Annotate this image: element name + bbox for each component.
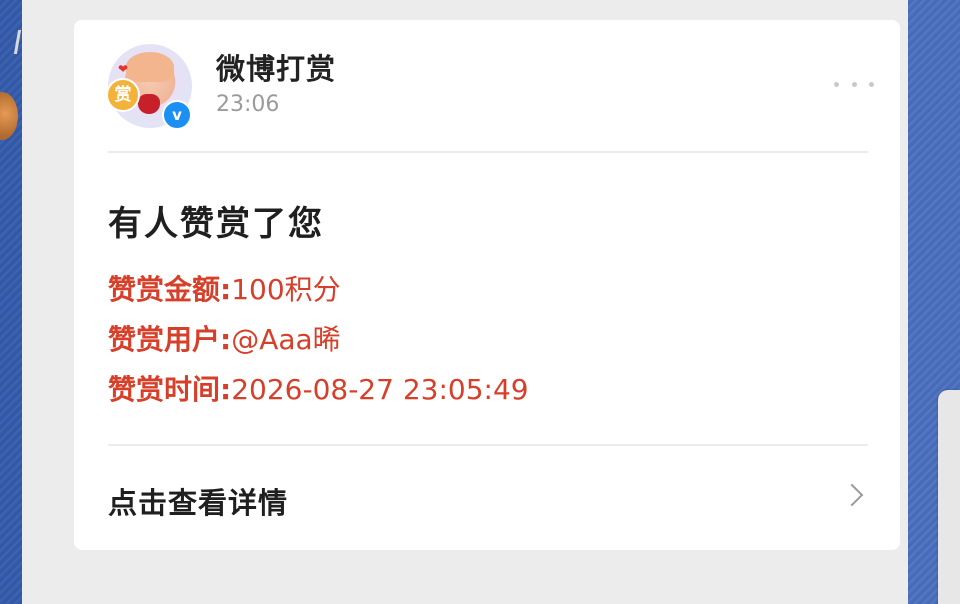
amount-value: 100积分 xyxy=(231,273,341,306)
more-dots-icon[interactable] xyxy=(834,72,874,96)
chat-panel: ❤ 赏 v 微博打赏 23:06 有人赞赏了您 赞赏金额:100积分 赞赏用户:… xyxy=(22,0,908,604)
message-time: 23:06 xyxy=(216,92,280,117)
message-card[interactable]: ❤ 赏 v 微博打赏 23:06 有人赞赏了您 赞赏金额:100积分 赞赏用户:… xyxy=(74,20,900,550)
time-row: 赞赏时间:2026-08-27 23:05:49 xyxy=(108,368,529,408)
avatar-mouth xyxy=(138,94,160,114)
user-value: @Aaa晞 xyxy=(231,323,341,356)
message-title: 有人赞赏了您 xyxy=(108,204,324,244)
avatar-badge: 赏 xyxy=(106,78,140,112)
background-left xyxy=(0,0,22,604)
dot xyxy=(834,81,839,87)
sender-avatar[interactable]: ❤ 赏 v xyxy=(106,44,192,130)
dot xyxy=(851,81,857,87)
amount-label: 赞赏金额: xyxy=(108,273,232,306)
heart-icon: ❤ xyxy=(118,62,129,76)
time-label: 赞赏时间: xyxy=(108,373,232,406)
chevron-right-icon[interactable] xyxy=(840,483,864,507)
user-label: 赞赏用户: xyxy=(108,323,232,356)
verified-icon: v xyxy=(162,100,192,130)
header-divider xyxy=(108,151,868,153)
background-side-card xyxy=(938,390,960,604)
amount-row: 赞赏金额:100积分 xyxy=(108,268,341,308)
avatar-hair xyxy=(126,52,174,82)
time-value: 2026-08-27 23:05:49 xyxy=(231,373,529,406)
user-row: 赞赏用户:@Aaa晞 xyxy=(108,318,341,358)
dot xyxy=(869,81,874,87)
view-details-link[interactable]: 点击查看详情 xyxy=(108,480,288,522)
footer-divider xyxy=(108,444,868,446)
sender-name[interactable]: 微博打赏 xyxy=(216,46,336,88)
